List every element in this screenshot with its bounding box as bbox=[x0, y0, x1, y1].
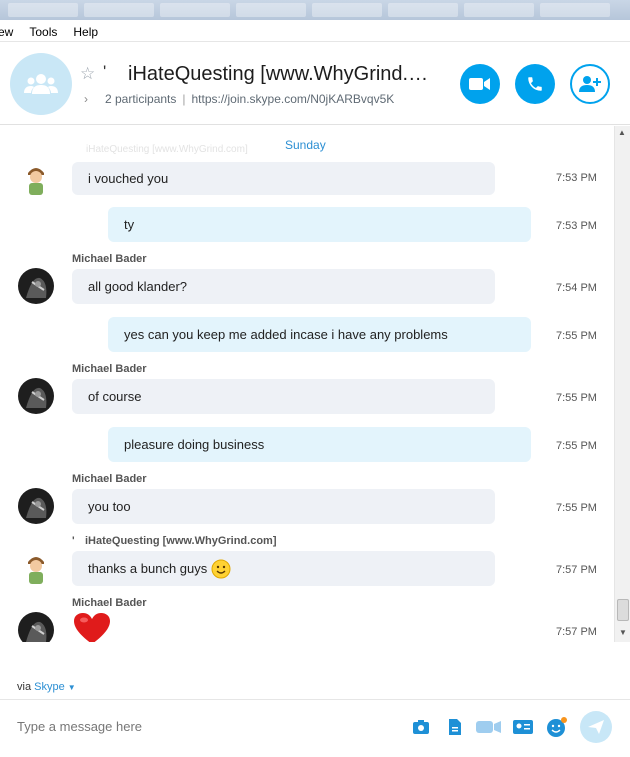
join-link[interactable]: https://join.skype.com/N0jKARBvqv5K bbox=[192, 92, 395, 106]
divider bbox=[0, 699, 630, 700]
emoticon-icon[interactable] bbox=[546, 717, 568, 737]
scroll-up-arrow-icon[interactable]: ▲ bbox=[618, 128, 626, 137]
people-icon bbox=[24, 74, 58, 94]
taskbar-item[interactable] bbox=[312, 3, 382, 17]
avatar-michael-bader[interactable] bbox=[18, 612, 54, 642]
message-text: i vouched you bbox=[88, 171, 169, 186]
avatar-ihatequesting[interactable] bbox=[18, 550, 54, 586]
audio-call-button[interactable] bbox=[515, 64, 555, 104]
sender-name[interactable]: iHateQuesting [www.WhyGrind.com] bbox=[85, 535, 277, 547]
sender-name[interactable]: Michael Bader bbox=[72, 253, 147, 265]
avatar-michael-bader[interactable] bbox=[18, 268, 54, 304]
menu-view[interactable]: ew bbox=[0, 25, 21, 39]
message-text: yes can you keep me added incase i have … bbox=[124, 327, 448, 342]
file-icon[interactable] bbox=[444, 717, 466, 737]
message-bubble[interactable]: of course bbox=[72, 379, 495, 414]
taskbar bbox=[0, 0, 630, 20]
phone-icon bbox=[528, 77, 542, 91]
via-label: via bbox=[17, 681, 32, 693]
message-text: pleasure doing business bbox=[124, 437, 265, 452]
chevron-right-icon[interactable]: › bbox=[84, 92, 88, 106]
heart-message[interactable] bbox=[73, 612, 111, 642]
avatar-image bbox=[18, 550, 54, 586]
avatar-image bbox=[18, 268, 54, 304]
taskbar-item[interactable] bbox=[464, 3, 534, 17]
sender-name[interactable]: Michael Bader bbox=[72, 597, 147, 609]
group-avatar[interactable] bbox=[10, 53, 72, 115]
message-time: 7:57 PM bbox=[556, 564, 597, 576]
conversation-scrollbar[interactable]: ▲ ▼ bbox=[614, 126, 630, 642]
message-bubble[interactable]: thanks a bunch guys bbox=[72, 551, 495, 586]
scrollbar-thumb[interactable] bbox=[617, 599, 629, 621]
send-button[interactable] bbox=[580, 711, 612, 743]
avatar-michael-bader[interactable] bbox=[18, 488, 54, 524]
scroll-down-arrow-icon[interactable]: ▼ bbox=[619, 628, 627, 637]
menu-tools[interactable]: Tools bbox=[21, 25, 65, 39]
taskbar-item[interactable] bbox=[84, 3, 154, 17]
chevron-down-icon[interactable]: ▼ bbox=[68, 683, 76, 692]
media-gallery-icon[interactable] bbox=[410, 717, 432, 737]
message-time: 7:55 PM bbox=[556, 330, 597, 342]
message-bubble[interactable]: yes can you keep me added incase i have … bbox=[108, 317, 531, 352]
menu-bar: ew Tools Help bbox=[0, 23, 630, 42]
taskbar-item[interactable] bbox=[8, 3, 78, 17]
message-time: 7:53 PM bbox=[556, 172, 597, 184]
message-text: all good klander? bbox=[88, 279, 188, 294]
conversation-title[interactable]: iHateQuesting [www.WhyGrind.… bbox=[128, 63, 440, 86]
via-skype-link[interactable]: Skype bbox=[34, 681, 65, 693]
skype-window: ew Tools Help ☆ ' iHateQuesting [www.Why… bbox=[0, 0, 630, 757]
avatar-image bbox=[18, 378, 54, 414]
message-text: of course bbox=[88, 389, 142, 404]
faded-sender-name: iHateQuesting [www.WhyGrind.com] bbox=[86, 144, 248, 155]
heart-emoji bbox=[74, 613, 110, 642]
send-icon bbox=[588, 720, 604, 734]
add-person-icon bbox=[579, 76, 601, 92]
add-participant-button[interactable] bbox=[570, 64, 610, 104]
sender-tick: ' bbox=[72, 535, 75, 547]
message-bubble[interactable]: you too bbox=[72, 489, 495, 524]
avatar-ihatequesting[interactable] bbox=[18, 161, 54, 197]
message-time: 7:55 PM bbox=[556, 392, 597, 404]
taskbar-item[interactable] bbox=[236, 3, 306, 17]
message-input[interactable]: Type a message here bbox=[17, 719, 142, 734]
sender-name[interactable]: Michael Bader bbox=[72, 363, 147, 375]
message-time: 7:55 PM bbox=[556, 502, 597, 514]
separator: | bbox=[182, 92, 186, 106]
message-text: ty bbox=[124, 217, 135, 232]
avatar-michael-bader[interactable] bbox=[18, 378, 54, 414]
message-time: 7:54 PM bbox=[556, 282, 597, 294]
avatar-image bbox=[18, 612, 54, 642]
contact-card-icon[interactable] bbox=[512, 717, 534, 737]
taskbar-item[interactable] bbox=[540, 3, 610, 17]
video-camera-icon bbox=[469, 78, 490, 90]
video-message-icon[interactable] bbox=[476, 717, 502, 737]
message-time: 7:53 PM bbox=[556, 220, 597, 232]
message-time: 7:57 PM bbox=[556, 626, 597, 638]
message-bubble[interactable]: ty bbox=[108, 207, 531, 242]
video-call-button[interactable] bbox=[460, 64, 500, 104]
sender-name[interactable]: Michael Bader bbox=[72, 473, 147, 485]
message-text: thanks a bunch guys bbox=[88, 561, 208, 576]
conversation-subtitle: 2 participants | https://join.skype.com/N0… bbox=[105, 92, 394, 106]
title-mark: ' bbox=[103, 62, 107, 81]
message-time: 7:55 PM bbox=[556, 440, 597, 452]
day-divider: Sunday bbox=[285, 138, 326, 152]
via-line: via Skype ▼ bbox=[17, 681, 76, 693]
message-bubble[interactable]: i vouched you bbox=[72, 162, 495, 195]
menu-help[interactable]: Help bbox=[65, 25, 106, 39]
message-bubble[interactable]: pleasure doing business bbox=[108, 427, 531, 462]
avatar-image bbox=[18, 488, 54, 524]
avatar-image bbox=[18, 161, 54, 197]
conversation-header: ☆ ' iHateQuesting [www.WhyGrind.… › 2 pa… bbox=[0, 43, 630, 125]
taskbar-item[interactable] bbox=[160, 3, 230, 17]
smiley-emoji bbox=[211, 559, 231, 578]
message-text: you too bbox=[88, 499, 131, 514]
star-icon[interactable]: ☆ bbox=[80, 64, 95, 84]
conversation-area[interactable]: iHateQuesting [www.WhyGrind.com] Sunday … bbox=[0, 126, 614, 642]
message-bubble[interactable]: all good klander? bbox=[72, 269, 495, 304]
taskbar-item[interactable] bbox=[388, 3, 458, 17]
participants-count[interactable]: 2 participants bbox=[105, 92, 176, 106]
